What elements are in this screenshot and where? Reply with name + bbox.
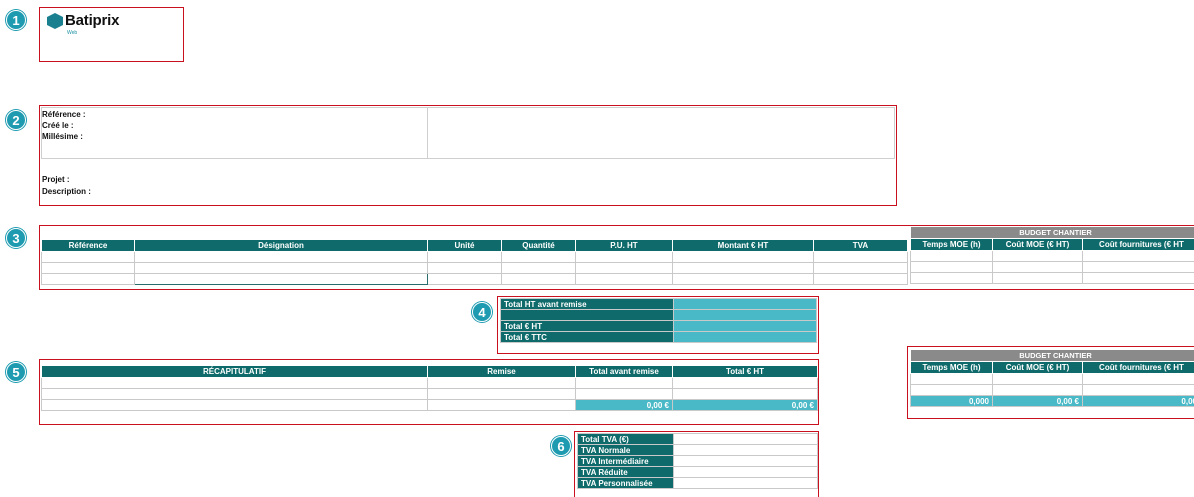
- total-tva-label: Total TVA (€): [577, 433, 674, 445]
- col-temps-moe[interactable]: Temps MOE (h): [910, 361, 993, 374]
- total-ttc-value[interactable]: [673, 331, 817, 343]
- table-row: [910, 261, 1194, 273]
- tva-normale-value[interactable]: [673, 444, 818, 456]
- tva-reduite-value[interactable]: [673, 466, 818, 478]
- tva-intermediaire-label: TVA Intermédiaire: [577, 455, 674, 467]
- section-badge-6: 6: [551, 436, 571, 456]
- col-cout-moe[interactable]: Coût MOE (€ HT): [992, 361, 1083, 374]
- budget-title: BUDGET CHANTIER: [910, 226, 1194, 239]
- table-row: [41, 262, 908, 274]
- budget-chantier-table: BUDGET CHANTIER Temps MOE (h) Coût MOE (…: [910, 226, 1194, 284]
- recap-total-ht-value: 0,00 €: [672, 399, 818, 411]
- table-row: [41, 273, 908, 285]
- budget-temps-total: 0,000: [910, 395, 993, 407]
- main-table-header: Référence Désignation Unité Quantité P.U…: [41, 239, 908, 252]
- section-badge-5: 5: [6, 362, 26, 382]
- info-divider: [427, 107, 428, 159]
- recap-total-row: 0,00 € 0,00 €: [41, 399, 818, 411]
- logo-subtitle: Web: [67, 30, 78, 36]
- table-row: [41, 388, 818, 400]
- reference-label: Référence :: [42, 110, 86, 119]
- tva-intermediaire-value[interactable]: [673, 455, 818, 467]
- projet-label: Projet :: [42, 175, 70, 184]
- tva-personnalisee-label: TVA Personnalisée: [577, 477, 674, 489]
- section-badge-1: 1: [6, 10, 26, 30]
- budget-total-row: 0,000 0,00 € 0,00: [910, 395, 1194, 407]
- tva-personnalisee-value[interactable]: [673, 477, 818, 489]
- col-cout-fournitures[interactable]: Coût fournitures (€ HT: [1082, 361, 1194, 374]
- selected-cell[interactable]: [134, 273, 428, 285]
- millesime-label: Millésime :: [42, 132, 83, 141]
- total-ht-label: Total € HT: [500, 320, 674, 332]
- table-row: [41, 251, 908, 263]
- col-reference[interactable]: Référence: [41, 239, 135, 252]
- recap-total-avant-remise-value: 0,00 €: [575, 399, 673, 411]
- total-ttc-label: Total € TTC: [500, 331, 674, 343]
- info-inner-frame: [41, 107, 895, 159]
- table-row: [910, 384, 1194, 396]
- recap-table: RÉCAPITULATIF Remise Total avant remise …: [41, 365, 818, 411]
- section-badge-2: 2: [6, 110, 26, 130]
- col-temps-moe[interactable]: Temps MOE (h): [910, 238, 993, 251]
- col-quantite[interactable]: Quantité: [501, 239, 576, 252]
- section-badge-3: 3: [6, 228, 26, 248]
- total-ht-avant-remise-value[interactable]: [673, 298, 817, 310]
- table-row: [910, 373, 1194, 385]
- col-total-avant-remise[interactable]: Total avant remise: [575, 365, 673, 378]
- budget-chantier-summary-table: BUDGET CHANTIER Temps MOE (h) Coût MOE (…: [910, 349, 1194, 407]
- cree-le-label: Créé le :: [42, 121, 74, 130]
- table-row: [41, 377, 818, 389]
- description-label: Description :: [42, 187, 91, 196]
- col-montant-ht[interactable]: Montant € HT: [672, 239, 814, 252]
- tva-normale-label: TVA Normale: [577, 444, 674, 456]
- col-recapitulatif[interactable]: RÉCAPITULATIF: [41, 365, 428, 378]
- totals-table: Total HT avant remise Total € HT Total €…: [500, 298, 817, 343]
- col-total-ht[interactable]: Total € HT: [672, 365, 818, 378]
- logo-name: Batiprix: [65, 12, 120, 29]
- total-ht-value[interactable]: [673, 320, 817, 332]
- col-cout-moe[interactable]: Coût MOE (€ HT): [992, 238, 1083, 251]
- col-unite[interactable]: Unité: [427, 239, 502, 252]
- total-ht-avant-remise-label: Total HT avant remise: [500, 298, 674, 310]
- table-row: [910, 272, 1194, 284]
- main-table: Référence Désignation Unité Quantité P.U…: [41, 239, 908, 285]
- table-row: [910, 250, 1194, 262]
- col-designation[interactable]: Désignation: [134, 239, 428, 252]
- budget-fournitures-total: 0,00: [1082, 395, 1194, 407]
- col-pu-ht[interactable]: P.U. HT: [575, 239, 673, 252]
- tva-reduite-label: TVA Réduite: [577, 466, 674, 478]
- col-remise[interactable]: Remise: [427, 365, 576, 378]
- total-tva-value[interactable]: [673, 433, 818, 445]
- section-badge-4: 4: [472, 302, 492, 322]
- budget-cout-moe-total: 0,00 €: [992, 395, 1083, 407]
- col-tva[interactable]: TVA: [813, 239, 908, 252]
- budget-summary-title: BUDGET CHANTIER: [910, 349, 1194, 362]
- col-cout-fournitures[interactable]: Coût fournitures (€ HT: [1082, 238, 1194, 251]
- tva-table: Total TVA (€) TVA Normale TVA Intermédia…: [577, 433, 818, 489]
